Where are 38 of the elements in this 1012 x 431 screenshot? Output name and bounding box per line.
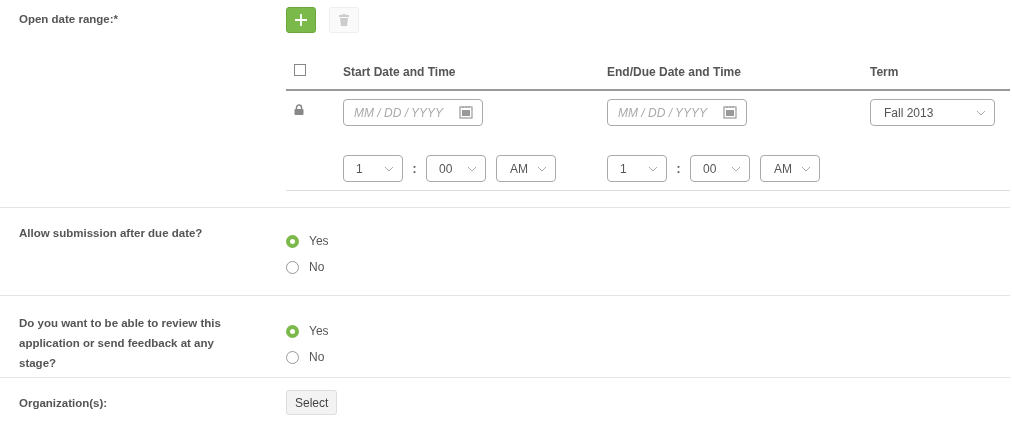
date-field[interactable]: MM / DD / YYYY (343, 99, 483, 126)
field-label: Organization(s): (19, 396, 109, 411)
radio-button[interactable] (286, 234, 299, 248)
option-label: Yes (309, 324, 329, 338)
checkbox[interactable] (294, 64, 306, 76)
column-header: End/Due Date and Time (607, 64, 742, 79)
time-separator: : (411, 161, 418, 176)
trash-icon (339, 14, 349, 26)
term-dropdown[interactable]: Fall 2013 (870, 99, 995, 126)
time-separator: : (675, 161, 682, 176)
option-label: Yes (309, 234, 329, 248)
add-button[interactable] (286, 7, 316, 33)
chevron-down-icon (648, 165, 658, 172)
chevron-down-icon (801, 165, 811, 172)
calendar-icon[interactable] (723, 105, 737, 119)
question-label: Allow submission after due date? (19, 226, 204, 241)
field-label: Open date range:* (19, 12, 120, 27)
calendar-icon[interactable] (459, 105, 473, 119)
radio-button[interactable] (286, 324, 299, 338)
am-pm-dropdown[interactable]: AM (760, 155, 820, 182)
column-header: Start Date and Time (343, 64, 457, 79)
date-field[interactable]: MM / DD / YYYY (607, 99, 747, 126)
option-label: No (309, 350, 325, 364)
option-label: No (309, 260, 325, 274)
chevron-down-icon (976, 109, 986, 116)
chevron-down-icon (384, 165, 394, 172)
chevron-down-icon (537, 165, 547, 172)
column-header: Term (870, 64, 900, 79)
hour-dropdown[interactable]: 1 (343, 155, 403, 182)
select-button[interactable]: Select (286, 390, 338, 415)
question-label: Do you want to be able to review this application or send feedback at any stage? (19, 316, 222, 371)
am-pm-dropdown[interactable]: AM (496, 155, 556, 182)
plus-icon (294, 13, 308, 27)
minute-dropdown[interactable]: 00 (690, 155, 750, 182)
chevron-down-icon (731, 165, 741, 172)
minute-dropdown[interactable]: 00 (426, 155, 486, 182)
hour-dropdown[interactable]: 1 (607, 155, 667, 182)
chevron-down-icon (467, 165, 477, 172)
